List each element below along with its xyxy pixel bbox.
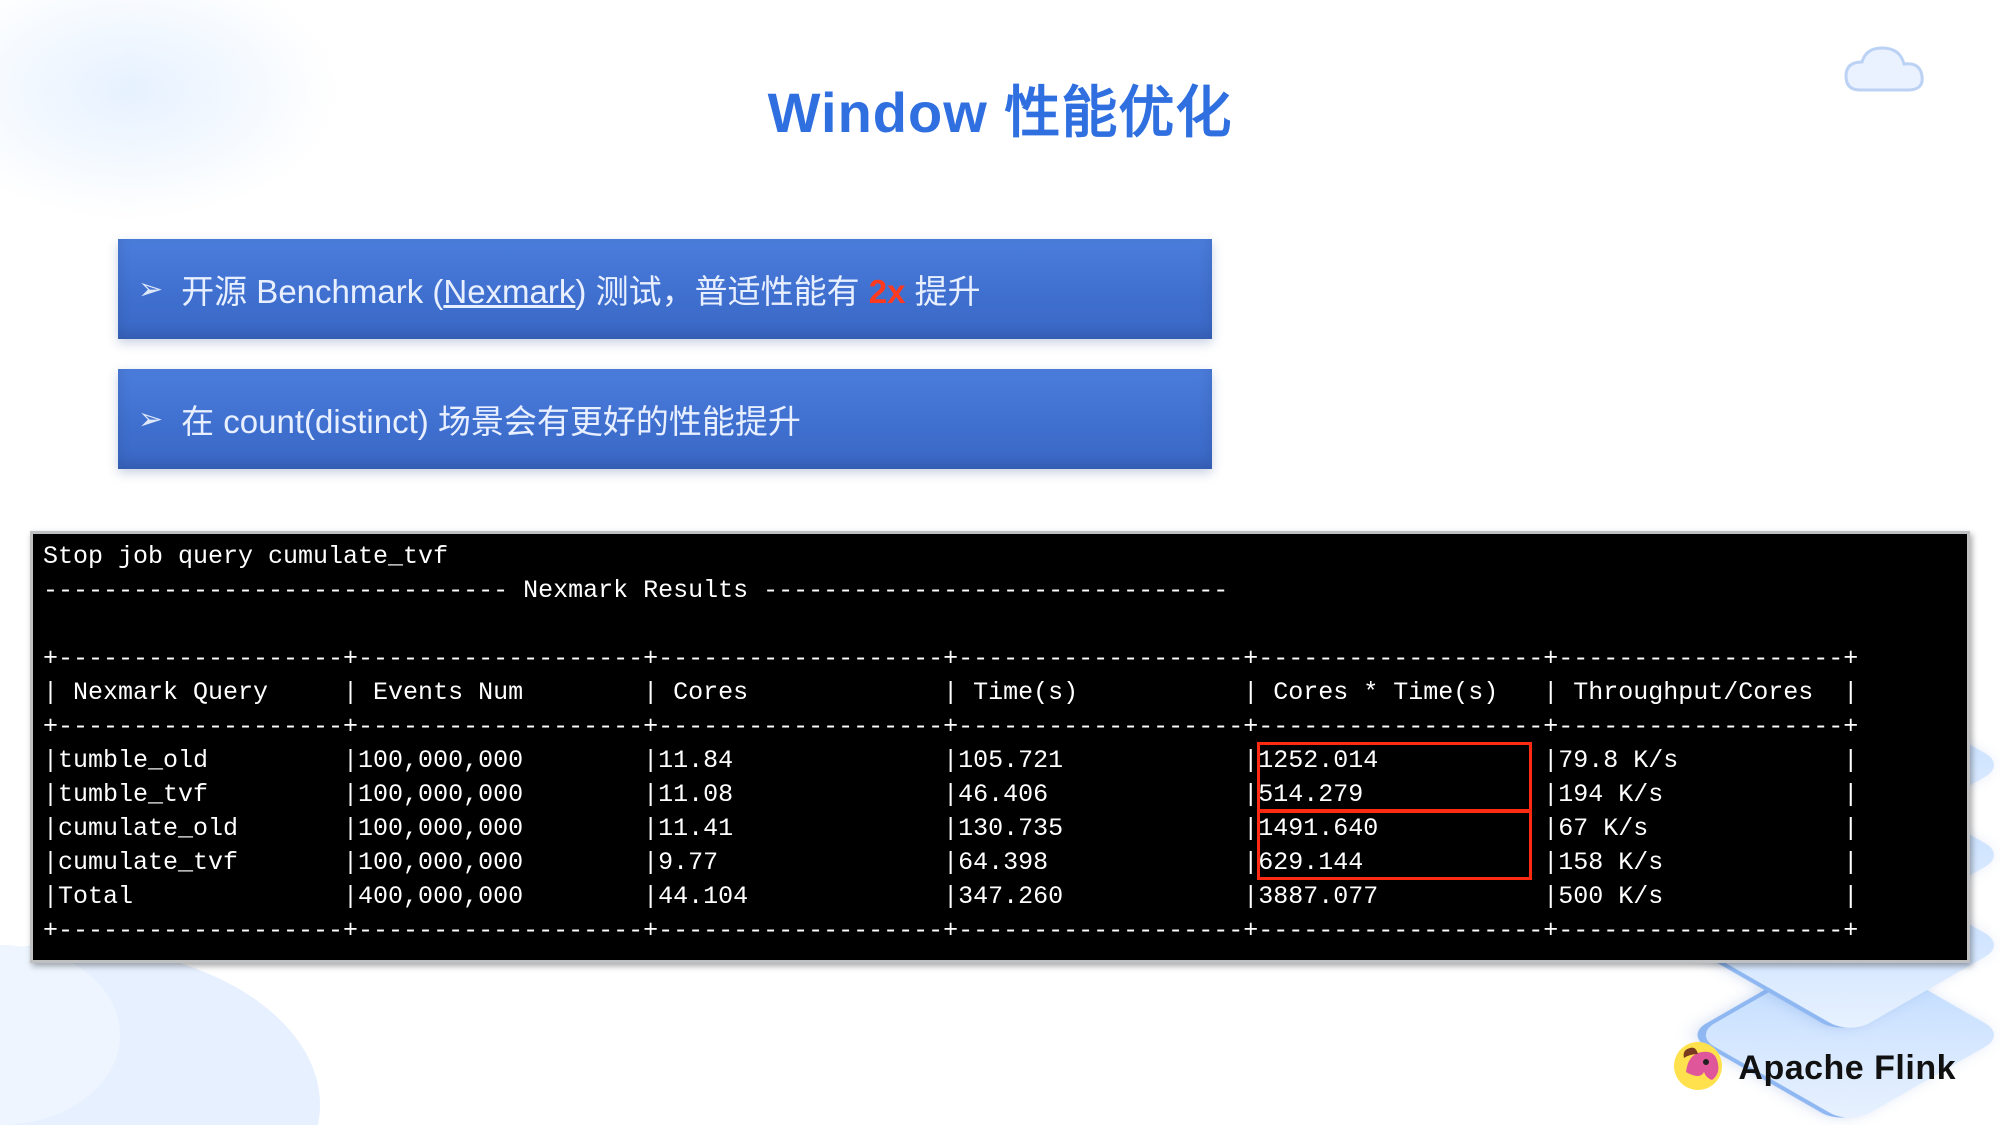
highlight-box [1257,742,1531,812]
bullet-1-pre: 开源 Benchmark ( [181,273,443,310]
chevron-right-icon: ➢ [138,272,163,307]
footer-logo: Apache Flink [1672,1040,1956,1097]
bullet-1-hot: 2x [869,273,906,310]
slide-title: Window 性能优化 [0,0,2000,149]
nexmark-link[interactable]: Nexmark [443,273,575,310]
footer-brand-text: Apache Flink [1738,1049,1956,1088]
highlight-box [1257,810,1531,880]
chevron-right-icon: ➢ [138,402,163,437]
bullet-2: ➢ 在 count(distinct) 场景会有更好的性能提升 [118,369,1212,469]
flink-squirrel-icon [1672,1040,1724,1097]
bullet-1-text: 开源 Benchmark (Nexmark) 测试，普适性能有 2x 提升 [181,265,980,313]
bullet-2-text: 在 count(distinct) 场景会有更好的性能提升 [181,395,801,443]
bullet-1-post: 提升 [905,273,980,310]
terminal-output: Stop job query cumulate_tvf ------------… [30,531,1970,963]
bullet-1-mid: ) 测试，普适性能有 [575,273,868,310]
bullet-1: ➢ 开源 Benchmark (Nexmark) 测试，普适性能有 2x 提升 [118,239,1212,339]
